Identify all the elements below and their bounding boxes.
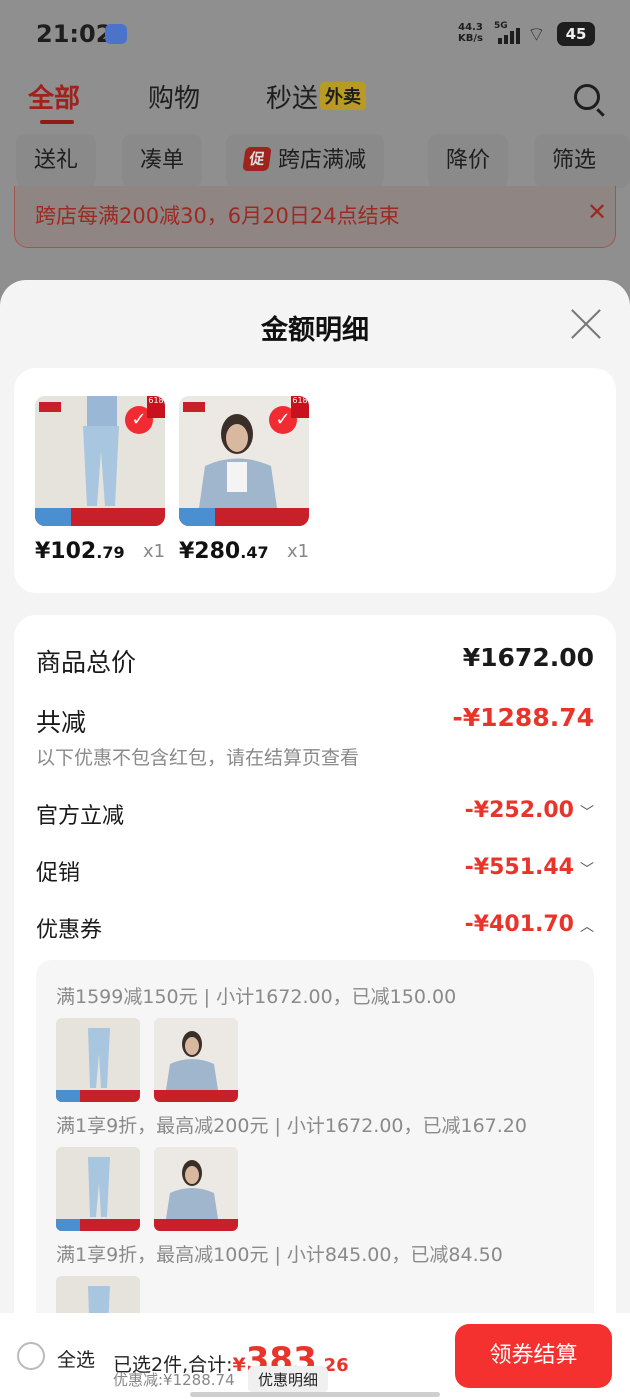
filter-chips: 送礼 凑单 促跨店满减 降价 筛选 ▽: [0, 134, 630, 190]
product-qty: x1: [287, 541, 310, 562]
chip-cross-store[interactable]: 促跨店满减: [226, 134, 385, 188]
discount-summary: 优惠减:¥1288.74: [113, 1371, 235, 1389]
coupon-details: 满1599减150元 | 小计1672.00，已减150.00 满1享9折，最高…: [36, 960, 594, 1360]
coupon-product-thumb: [154, 1147, 238, 1231]
signal-bars-icon: [498, 28, 520, 44]
sheet-title: 金额明细: [261, 315, 369, 346]
takeout-badge: 外卖: [320, 82, 367, 110]
wifi-icon: ⌔: [527, 22, 546, 46]
search-icon[interactable]: [574, 84, 600, 110]
product-qty: x1: [143, 541, 166, 562]
product-card: ✓ 618 ¥102.79 x1 ✓ 618 ¥280.47 x1: [14, 368, 616, 593]
product-price: ¥280.47: [179, 539, 269, 564]
reduce-value: -¥1288.74: [452, 703, 594, 732]
reduce-note: 以下优惠不包含红包，请在结算页查看: [36, 747, 360, 769]
chip-gift[interactable]: 送礼: [16, 134, 97, 188]
checkout-bar: 全选 已选2件,合计:¥383.26 优惠减:¥1288.74 优惠明细 领券结…: [0, 1313, 630, 1400]
chip-bundle[interactable]: 凑单: [122, 134, 203, 188]
coupon-product-thumb: [56, 1147, 140, 1231]
coupon-line: 满1享9折，最高减200元 | 小计1672.00，已减167.20: [56, 1115, 527, 1137]
coupon-product-thumb: [154, 1018, 238, 1102]
promo-icon: 促: [242, 147, 272, 171]
total-value: ¥1672.00: [462, 643, 594, 672]
product-price: ¥102.79: [35, 539, 125, 564]
chevron-up-icon: ︿: [580, 919, 594, 935]
promotion-row[interactable]: -¥551.44 ﹀: [465, 855, 594, 880]
clock: 21:02: [36, 20, 113, 48]
tab-all[interactable]: 全部: [28, 78, 80, 115]
official-discount-label: 官方立减: [36, 804, 125, 829]
total-label: 商品总价: [36, 648, 137, 677]
amount-detail-sheet: 金额明细 ✓ 618 ¥102.79 x1 ✓ 618 ¥280.47 x1 商…: [0, 280, 630, 1400]
notification-icon: [105, 24, 127, 44]
chip-price-drop[interactable]: 降价: [428, 134, 509, 188]
network-speed: 44.3 KB/s: [458, 22, 483, 44]
coupon-line: 满1599减150元 | 小计1672.00，已减150.00: [56, 986, 457, 1008]
chevron-down-icon: ﹀: [580, 805, 594, 821]
battery-icon: 45: [557, 22, 595, 46]
chip-filter[interactable]: 筛选 ▽: [534, 134, 630, 188]
product-image: ✓ 618: [35, 396, 165, 526]
top-tabs: 全部 购物 秒送 外卖: [0, 78, 630, 128]
price-breakdown-card: 商品总价 ¥1672.00 共减 -¥1288.74 以下优惠不包含红包，请在结…: [14, 615, 616, 1400]
coupon-label: 优惠券: [36, 918, 103, 943]
banner-text: 跨店每满200减30，6月20日24点结束: [35, 204, 400, 228]
status-bar: 21:02 44.3 KB/s 5G ⌔ 45: [0, 0, 630, 70]
official-discount-row[interactable]: -¥252.00 ﹀: [465, 798, 594, 823]
select-all-radio[interactable]: [17, 1342, 45, 1370]
coupon-product-thumb: [56, 1018, 140, 1102]
sale-618-tag: 618: [147, 396, 165, 418]
home-indicator[interactable]: [190, 1392, 440, 1397]
reduce-label: 共减: [36, 708, 87, 737]
tab-shopping[interactable]: 购物: [148, 78, 200, 115]
tab-instant[interactable]: 秒送 外卖: [266, 78, 367, 115]
select-all-label[interactable]: 全选: [57, 1345, 95, 1372]
coupon-row[interactable]: -¥401.70 ︿: [465, 912, 594, 937]
chevron-down-icon: ﹀: [580, 862, 594, 878]
sale-618-tag: 618: [291, 396, 309, 418]
promotion-label: 促销: [36, 861, 81, 886]
product-image: ✓ 618: [179, 396, 309, 526]
promo-banner: 跨店每满200减30，6月20日24点结束 ✕: [14, 186, 616, 248]
close-icon[interactable]: [568, 306, 604, 342]
checkout-button[interactable]: 领券结算: [455, 1324, 612, 1388]
discount-detail-button[interactable]: 优惠明细: [248, 1366, 329, 1393]
tab-underline: [40, 120, 74, 124]
coupon-line: 满1享9折，最高减100元 | 小计845.00，已减84.50: [56, 1244, 503, 1266]
banner-close-icon[interactable]: ✕: [587, 198, 607, 226]
